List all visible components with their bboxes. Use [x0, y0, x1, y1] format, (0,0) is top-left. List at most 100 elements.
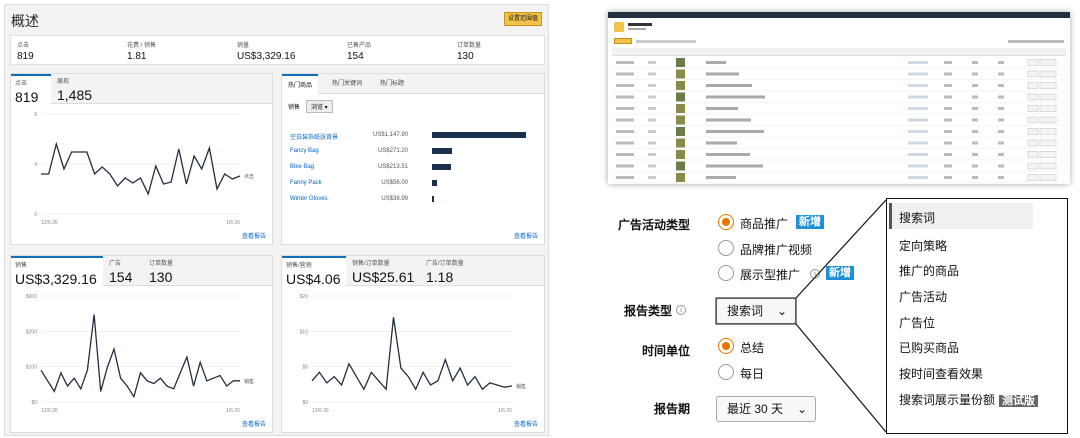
- beta-badge: 测试版: [999, 395, 1039, 407]
- row-action-button[interactable]: [1039, 93, 1057, 101]
- row-action-button[interactable]: [1039, 105, 1057, 112]
- row-cell: [998, 95, 1004, 99]
- report-type-dropdown: 搜索词 定向策略 推广的商品 广告活动 广告位 已购买商品 按时间查看效果 搜索…: [886, 198, 1068, 434]
- row-cell: [972, 72, 978, 76]
- x-tick-label: 1/6 26: [498, 408, 512, 414]
- subtab-views[interactable]: 浏览 ▾: [306, 100, 333, 113]
- dropdown-item-performance-over-time[interactable]: 按时间查看效果: [899, 365, 983, 382]
- dropdown-item-placement[interactable]: 广告位: [899, 314, 935, 331]
- dropdown-item-search-term[interactable]: 搜索词: [899, 209, 935, 226]
- time-unit-label: 时间单位: [641, 344, 690, 358]
- radio-display[interactable]: [718, 265, 734, 281]
- row-action-button[interactable]: [1027, 128, 1039, 135]
- create-button[interactable]: [614, 38, 632, 44]
- row-action-button[interactable]: [1039, 128, 1057, 135]
- tab-ads[interactable]: 广告 154: [105, 256, 143, 286]
- row-action-button[interactable]: [1027, 82, 1039, 89]
- row-action-button[interactable]: [1027, 93, 1039, 101]
- row-cell: [706, 118, 751, 122]
- row-cell: [908, 95, 928, 99]
- product-row-name[interactable]: Fancy Bag: [290, 148, 319, 154]
- radio-brand-video[interactable]: [718, 240, 734, 256]
- dropdown-item-purchased-product[interactable]: 已购买商品: [899, 339, 959, 356]
- tab-sales-marketing[interactable]: 销售/营销 US$4.06: [282, 256, 346, 287]
- tab-sales[interactable]: 销售 US$3,329.16: [11, 256, 103, 287]
- row-action-button[interactable]: [1039, 174, 1057, 181]
- row-action-button[interactable]: [1039, 59, 1057, 66]
- row-action-button[interactable]: [1027, 151, 1039, 158]
- y-tick-label: 4: [34, 162, 37, 168]
- product-thumbnail: [676, 115, 685, 125]
- row-action-button[interactable]: [1039, 151, 1057, 158]
- row-cell: [998, 141, 1004, 145]
- series-line: [311, 317, 513, 391]
- row-cell: [908, 153, 928, 156]
- product-row-name[interactable]: Winter Gloves: [290, 196, 328, 202]
- row-action-button[interactable]: [1039, 70, 1057, 78]
- tab-orders[interactable]: 订单数量 130: [145, 256, 195, 286]
- info-icon[interactable]: i: [810, 269, 820, 279]
- tab-top-keywords[interactable]: 热门关键词: [326, 74, 368, 94]
- campaign-type-option[interactable]: 品牌推广视频: [740, 241, 812, 258]
- tab-impressions[interactable]: 展现 1,485: [53, 74, 113, 104]
- tab-clicks[interactable]: 点击 819: [11, 74, 51, 105]
- row-cell: [972, 118, 978, 122]
- series-label: 销售: [516, 383, 526, 390]
- dropdown-item-campaign[interactable]: 广告活动: [899, 288, 947, 305]
- row-cell: [616, 153, 634, 156]
- tab-sales-per-order[interactable]: 销售/订单数量 US$25.61: [348, 256, 418, 286]
- row-action-button[interactable]: [1027, 59, 1039, 66]
- row-cell: [706, 141, 737, 145]
- radio-daily[interactable]: [718, 364, 734, 380]
- period-select[interactable]: 最近 30 天 ⌄: [716, 396, 816, 422]
- view-report-link[interactable]: 查看报告: [514, 419, 538, 428]
- row-cell: [944, 141, 952, 145]
- row-cell: [706, 164, 763, 168]
- radio-sponsored-products[interactable]: [718, 214, 734, 230]
- row-action-button[interactable]: [1039, 116, 1057, 124]
- overview-title: 概述: [11, 13, 39, 29]
- campaign-type-option[interactable]: 商品推广: [740, 215, 788, 232]
- radio-summary[interactable]: [718, 338, 734, 354]
- product-row-name[interactable]: Fanny Pack: [290, 180, 322, 186]
- product-row-name[interactable]: 空白装饰纸张背景: [290, 132, 338, 141]
- time-unit-option[interactable]: 总结: [740, 339, 764, 356]
- product-thumbnail: [676, 104, 685, 113]
- product-row-name[interactable]: Bike Bag: [290, 164, 314, 170]
- campaign-type-option[interactable]: 展示型推广: [740, 266, 800, 283]
- row-action-button[interactable]: [1027, 139, 1039, 147]
- row-cell: [972, 141, 978, 145]
- view-report-link[interactable]: 查看报告: [242, 231, 266, 240]
- row-cell: [648, 130, 656, 133]
- row-cell: [998, 72, 1004, 76]
- report-type-select[interactable]: 搜索词 ⌄: [716, 298, 796, 324]
- dropdown-item-advertised-product[interactable]: 推广的商品: [899, 262, 959, 279]
- row-action-button[interactable]: [1027, 174, 1039, 181]
- row-action-button[interactable]: [1027, 116, 1039, 124]
- row-cell: [616, 141, 634, 145]
- row-action-button[interactable]: [1039, 82, 1057, 89]
- period-label: 报告期: [653, 402, 690, 416]
- product-thumbnail: [676, 127, 685, 136]
- row-action-button[interactable]: [1039, 139, 1057, 147]
- info-icon[interactable]: i: [676, 305, 686, 315]
- view-report-link[interactable]: 查看报告: [242, 419, 266, 428]
- subtab-sales[interactable]: 销售: [288, 102, 300, 111]
- row-action-button[interactable]: [1027, 162, 1039, 170]
- row-cell: [972, 153, 978, 156]
- view-report-link[interactable]: 查看报告: [514, 231, 538, 240]
- row-action-button[interactable]: [1027, 70, 1039, 78]
- dropdown-item-impression-share[interactable]: 搜索词展示量份额 测试版: [899, 391, 1039, 408]
- tab-top-titles[interactable]: 热门标题: [374, 74, 410, 94]
- dropdown-item-targeting[interactable]: 定向策略: [899, 237, 947, 254]
- row-cell: [944, 176, 952, 179]
- row-action-button[interactable]: [1027, 105, 1039, 112]
- set-range-button[interactable]: 设置范围值: [504, 12, 542, 26]
- time-unit-option[interactable]: 每日: [740, 365, 764, 382]
- row-cell: [706, 130, 764, 133]
- tab-top-products[interactable]: 热门商品: [282, 74, 319, 94]
- row-action-button[interactable]: [1039, 162, 1057, 170]
- row-cell: [908, 118, 928, 122]
- row-cell: [648, 141, 656, 145]
- tab-ads-per-order[interactable]: 广告/订单数量 1.18: [422, 256, 486, 286]
